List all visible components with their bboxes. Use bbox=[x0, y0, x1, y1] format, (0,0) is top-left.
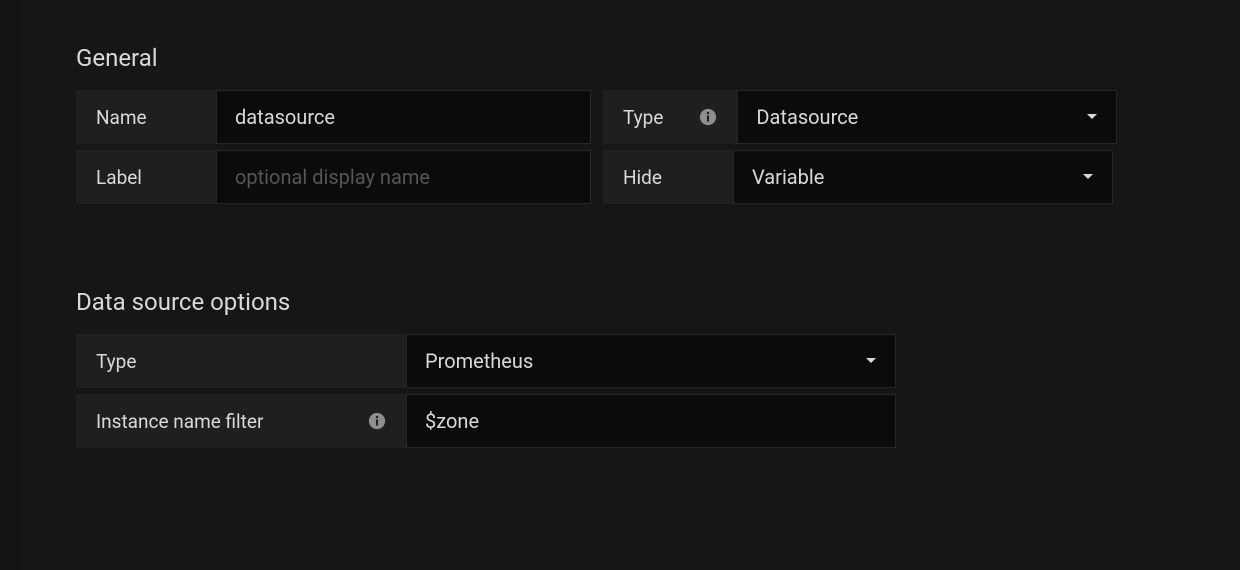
instance-filter-label: Instance name filter bbox=[76, 394, 406, 448]
general-heading: General bbox=[76, 44, 1184, 72]
caret-down-icon bbox=[1082, 173, 1094, 181]
type-label: Type bbox=[603, 90, 737, 144]
ds-row-filter: Instance name filter bbox=[76, 394, 1184, 448]
label-input[interactable] bbox=[216, 150, 591, 204]
name-input[interactable] bbox=[216, 90, 591, 144]
general-row-1: Name Type Datasource bbox=[76, 90, 1184, 144]
info-icon[interactable] bbox=[699, 108, 717, 126]
instance-filter-label-text: Instance name filter bbox=[96, 410, 263, 433]
ds-row-type: Type Prometheus bbox=[76, 334, 1184, 388]
hide-select[interactable]: Variable bbox=[733, 150, 1113, 204]
type-label-text: Type bbox=[623, 106, 663, 129]
type-select-value: Datasource bbox=[756, 105, 858, 129]
ds-type-label: Type bbox=[76, 334, 406, 388]
info-icon[interactable] bbox=[368, 412, 386, 430]
ds-type-select-value: Prometheus bbox=[425, 349, 533, 373]
caret-down-icon bbox=[865, 357, 877, 365]
hide-label: Hide bbox=[603, 150, 733, 204]
caret-down-icon bbox=[1086, 113, 1098, 121]
name-label: Name bbox=[76, 90, 216, 144]
general-row-2: Label Hide Variable bbox=[76, 150, 1184, 204]
hide-select-value: Variable bbox=[752, 165, 824, 189]
instance-filter-input[interactable] bbox=[406, 394, 896, 448]
variable-editor-panel: General Name Type Datasource Label bbox=[20, 0, 1240, 570]
ds-options-heading: Data source options bbox=[76, 288, 1184, 316]
type-select[interactable]: Datasource bbox=[737, 90, 1117, 144]
label-label: Label bbox=[76, 150, 216, 204]
ds-type-select[interactable]: Prometheus bbox=[406, 334, 896, 388]
